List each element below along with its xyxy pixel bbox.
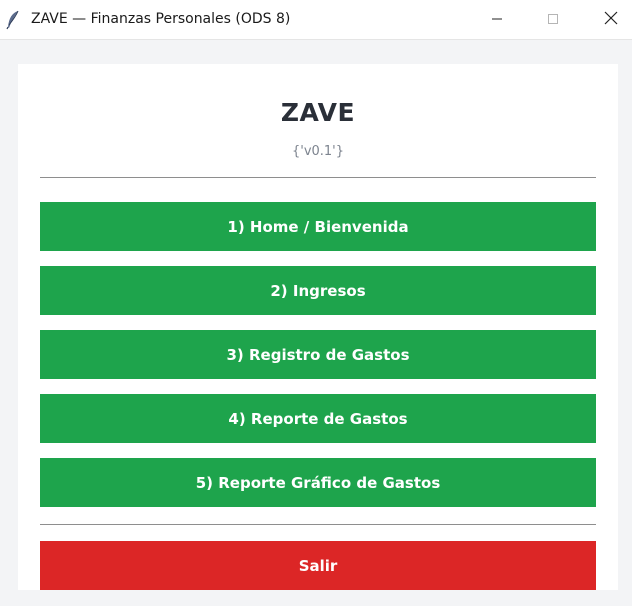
window-title: ZAVE — Finanzas Personales (ODS 8) (31, 11, 291, 27)
minimize-icon (491, 10, 503, 29)
maximize-icon (547, 10, 559, 29)
divider-top (40, 177, 596, 178)
reporte-gastos-button[interactable]: 4) Reporte de Gastos (40, 394, 596, 443)
home-button[interactable]: 1) Home / Bienvenida (40, 202, 596, 251)
ingresos-button[interactable]: 2) Ingresos (40, 266, 596, 315)
minimize-button[interactable] (474, 0, 520, 39)
main-panel: ZAVE {'v0.1'} 1) Home / Bienvenida 2) In… (18, 64, 618, 590)
feather-icon (6, 10, 20, 30)
title-bar[interactable]: ZAVE — Finanzas Personales (ODS 8) (0, 0, 632, 40)
maximize-button[interactable] (530, 0, 576, 39)
close-icon (604, 10, 618, 29)
reporte-grafico-button[interactable]: 5) Reporte Gráfico de Gastos (40, 458, 596, 507)
app-window: ZAVE — Finanzas Personales (ODS 8) ZAVE … (0, 0, 632, 606)
close-button[interactable] (588, 0, 632, 39)
divider-bottom (40, 524, 596, 525)
version-label: {'v0.1'} (291, 144, 345, 159)
app-title: ZAVE (280, 98, 356, 127)
exit-button[interactable]: Salir (40, 541, 596, 590)
registro-gastos-button[interactable]: 3) Registro de Gastos (40, 330, 596, 379)
